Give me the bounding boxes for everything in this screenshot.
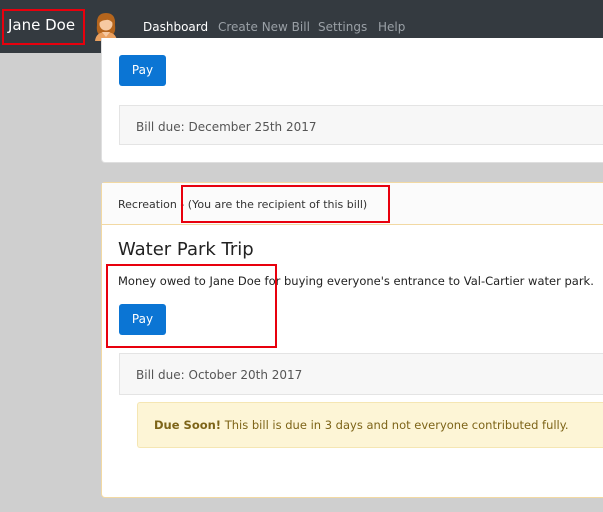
bill-due: Bill due: October 20th 2017 xyxy=(119,353,603,395)
alert-text: This bill is due in 3 days and not every… xyxy=(221,418,569,432)
user-avatar-icon[interactable] xyxy=(93,11,119,41)
pay-button[interactable]: Pay xyxy=(119,55,166,86)
highlight-box-recipient-note xyxy=(181,185,390,223)
nav-create-new-bill[interactable]: Create New Bill xyxy=(218,20,310,34)
alert-strong: Due Soon! xyxy=(154,418,222,432)
bill-category: Recreation xyxy=(118,198,177,211)
bill-due: Bill due: December 25th 2017 xyxy=(119,105,603,145)
highlight-box-pay-button xyxy=(106,264,277,348)
nav-help[interactable]: Help xyxy=(378,20,405,34)
nav-settings[interactable]: Settings xyxy=(318,20,367,34)
highlight-box-username xyxy=(2,9,85,45)
bill-card: Pay Bill due: December 25th 2017 xyxy=(101,38,603,163)
nav-dashboard[interactable]: Dashboard xyxy=(143,20,208,34)
due-soon-alert: Due Soon! This bill is due in 3 days and… xyxy=(137,402,603,448)
bill-title: Water Park Trip xyxy=(118,239,254,260)
